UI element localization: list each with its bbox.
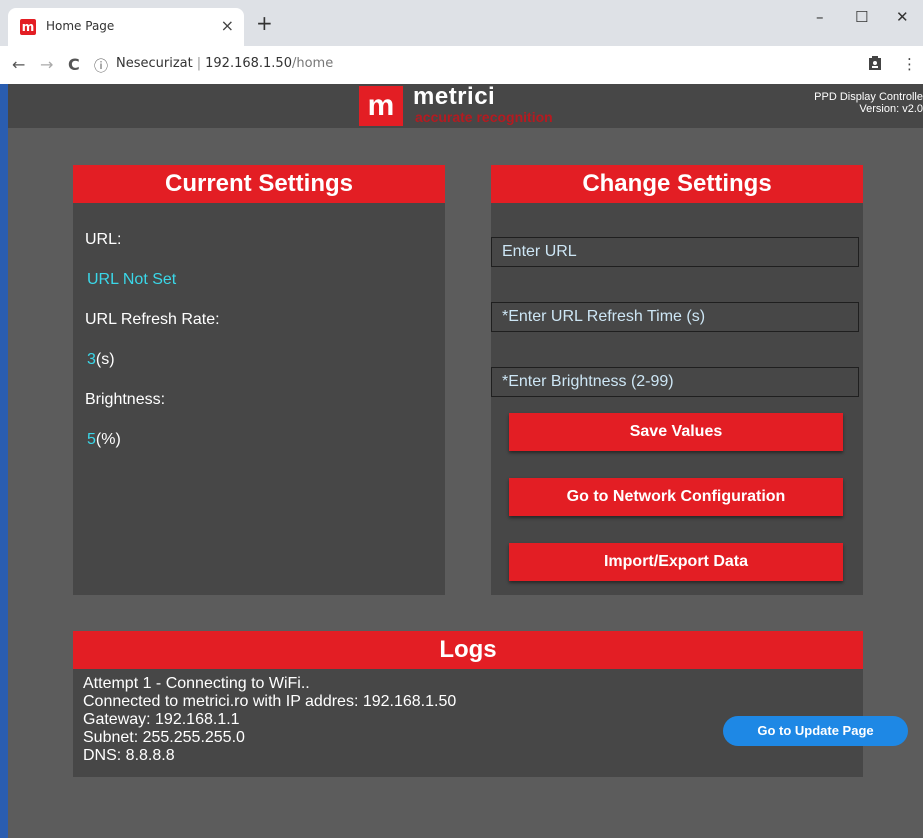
account-icon[interactable] <box>868 55 882 75</box>
brightness-number: 5 <box>87 431 96 448</box>
window-close-icon[interactable]: ✕ <box>896 8 909 26</box>
url-input[interactable] <box>491 237 859 267</box>
site-info-icon[interactable]: ⓘ <box>94 56 108 76</box>
tab-title: Home Page <box>46 19 115 33</box>
refresh-rate-unit: (s) <box>95 351 115 368</box>
tab-close-icon[interactable]: × <box>221 16 234 35</box>
current-settings-panel: Current Settings URL: URL Not Set URL Re… <box>73 165 445 595</box>
address-bar: ← → C ⓘ Nesecurizat | 192.168.1.50/home ⋮ <box>0 46 923 85</box>
current-settings-title: Current Settings <box>73 165 445 203</box>
url-field[interactable]: Nesecurizat | 192.168.1.50/home <box>116 56 333 71</box>
url-value: URL Not Set <box>87 271 177 288</box>
brightness-input[interactable] <box>491 367 859 397</box>
logs-title: Logs <box>73 631 863 669</box>
brand-tagline: accurate recognition <box>415 109 553 125</box>
brightness-label: Brightness: <box>85 391 166 408</box>
log-line: Gateway: 192.168.1.1 <box>83 711 240 728</box>
refresh-time-input[interactable] <box>491 302 859 332</box>
log-line: Connected to metrici.ro with IP addres: … <box>83 693 457 710</box>
brand-name: metrici <box>413 83 496 110</box>
brightness-unit: (%) <box>95 431 121 448</box>
reload-icon[interactable]: C <box>68 55 80 74</box>
log-line: DNS: 8.8.8.8 <box>83 747 175 764</box>
logo-letter: m <box>367 89 395 122</box>
forward-icon[interactable]: → <box>40 55 53 74</box>
import-export-button[interactable]: Import/Export Data <box>509 543 843 581</box>
log-line: Subnet: 255.255.255.0 <box>83 729 245 746</box>
back-icon[interactable]: ← <box>12 55 25 74</box>
security-label: Nesecurizat <box>116 56 193 71</box>
left-edge-strip <box>0 84 8 838</box>
browser-tab[interactable]: m Home Page × <box>8 8 244 46</box>
change-settings-panel: Change Settings Save Values Go to Networ… <box>491 165 863 595</box>
log-line: Attempt 1 - Connecting to WiFi.. <box>83 675 310 692</box>
metrici-logo-icon: m <box>359 86 403 126</box>
refresh-rate-number: 3 <box>87 351 96 368</box>
controller-version: Version: v2.0 <box>859 103 923 115</box>
maximize-icon[interactable]: ☐ <box>855 8 868 26</box>
logs-body: Attempt 1 - Connecting to WiFi.. Connect… <box>83 675 456 765</box>
change-settings-title: Change Settings <box>491 165 863 203</box>
browser-menu-icon[interactable]: ⋮ <box>902 55 917 73</box>
url-path: /home <box>291 56 334 71</box>
save-values-button[interactable]: Save Values <box>509 413 843 451</box>
new-tab-icon[interactable]: + <box>256 13 273 33</box>
url-label: URL: <box>85 231 122 248</box>
url-host: 192.168.1.50 <box>205 56 292 71</box>
refresh-rate-value: 3(s) <box>87 351 115 369</box>
brightness-value: 5(%) <box>87 431 121 449</box>
logs-panel: Logs Attempt 1 - Connecting to WiFi.. Co… <box>73 631 863 777</box>
browser-tab-bar: m Home Page × + – ☐ ✕ <box>0 0 923 46</box>
site-header: m metrici accurate recognition PPD Displ… <box>8 83 923 128</box>
controller-title: PPD Display Controlle <box>814 91 923 103</box>
update-page-button[interactable]: Go to Update Page <box>723 716 908 746</box>
minimize-icon[interactable]: – <box>816 8 824 26</box>
refresh-rate-label: URL Refresh Rate: <box>85 311 220 328</box>
metrici-favicon-icon: m <box>20 19 36 35</box>
network-config-button[interactable]: Go to Network Configuration <box>509 478 843 516</box>
